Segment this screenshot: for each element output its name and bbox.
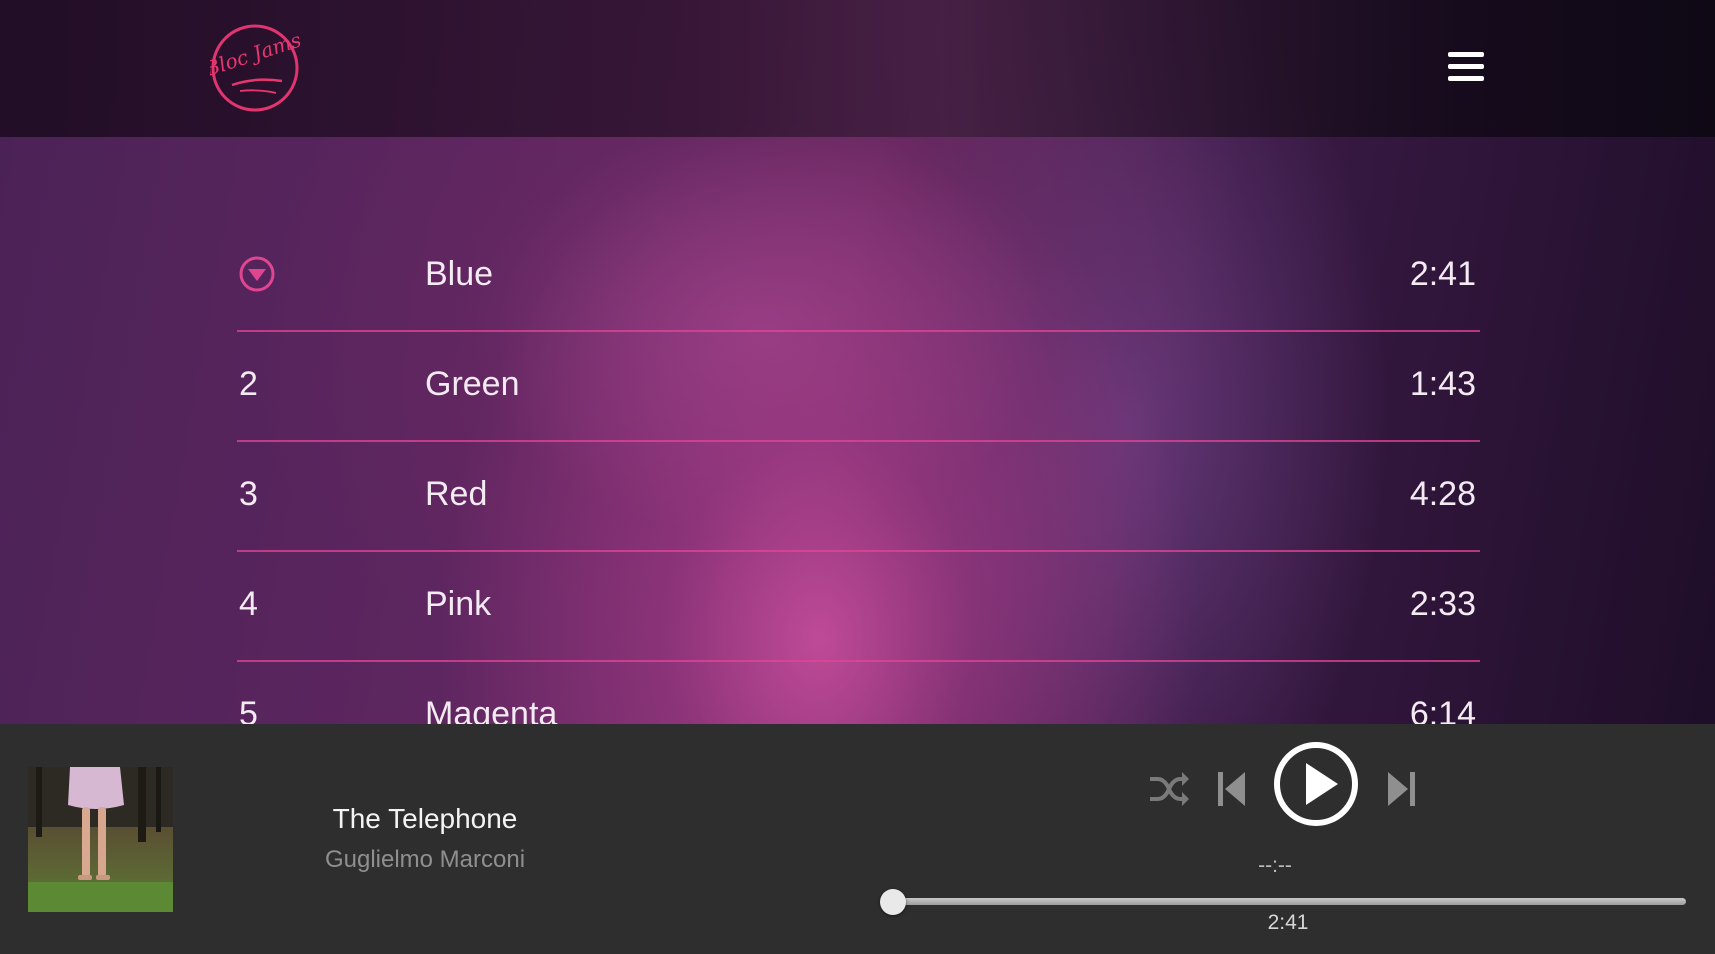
track-title: Red (425, 475, 488, 513)
now-playing-title: The Telephone (332, 803, 518, 834)
top-navbar: Bloc Jams (0, 0, 1715, 137)
track-title: Magenta (425, 695, 558, 724)
track-list: Blue 2:41 2 Green 1:43 3 Red 4:28 4 Pink… (237, 222, 1480, 724)
track-title: Blue (425, 255, 494, 293)
track-row-3[interactable]: 3 Red 4:28 (237, 442, 1480, 552)
current-time: --:-- (1258, 854, 1292, 877)
track-duration: 2:41 (1409, 255, 1476, 293)
track-row-2[interactable]: 2 Green 1:43 (237, 332, 1480, 442)
track-row-5[interactable]: 5 Magenta 6:14 (237, 662, 1480, 724)
track-title: Green (425, 365, 520, 403)
track-duration: 2:33 (1409, 585, 1476, 623)
seek-track (886, 898, 1686, 905)
total-time: 2:41 (1267, 911, 1309, 934)
track-duration: 6:14 (1409, 695, 1476, 724)
bloc-jams-logo[interactable]: Bloc Jams (210, 23, 300, 113)
shuffle-icon[interactable] (1148, 770, 1190, 808)
album-cover-image (28, 767, 173, 912)
now-playing-artist: Guglielmo Marconi (324, 846, 526, 873)
track-row-1[interactable]: Blue 2:41 (237, 222, 1480, 332)
player-bar: The Telephone Guglielmo Marconi --:-- 2:… (0, 724, 1715, 954)
track-title: Pink (425, 585, 492, 623)
track-number: 2 (239, 365, 258, 403)
next-icon[interactable] (1386, 770, 1416, 808)
pause-circle-icon[interactable] (239, 256, 275, 292)
track-number: 4 (239, 585, 258, 623)
track-number: 5 (239, 695, 258, 724)
hamburger-menu-icon[interactable] (1448, 52, 1484, 86)
track-duration: 1:43 (1409, 365, 1476, 403)
previous-icon[interactable] (1217, 770, 1247, 808)
seek-thumb[interactable] (880, 889, 906, 915)
track-number: 3 (239, 475, 258, 513)
track-row-4[interactable]: 4 Pink 2:33 (237, 552, 1480, 662)
play-icon[interactable] (1272, 740, 1360, 828)
app-root: Bloc Jams Blue 2:41 2 Green 1:43 3 Red 4… (0, 0, 1715, 954)
logo-text-top: Bloc Jams (210, 27, 300, 81)
track-duration: 4:28 (1409, 475, 1476, 513)
